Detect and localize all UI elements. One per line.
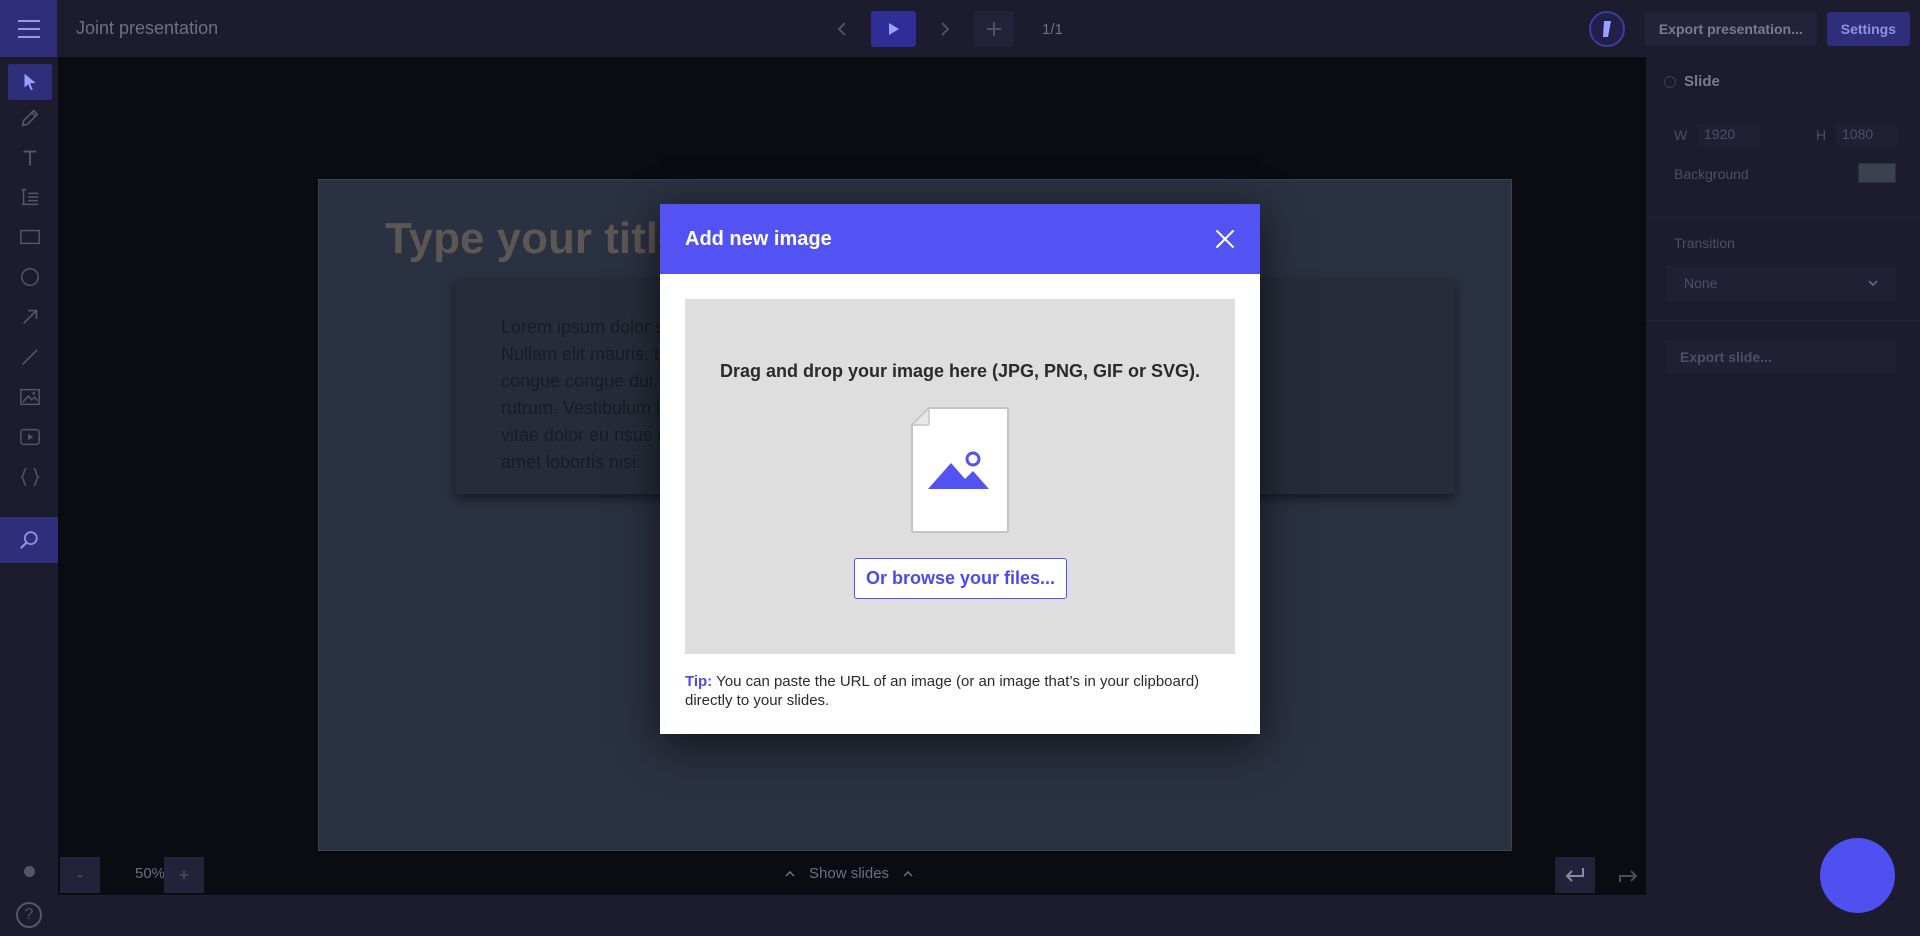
add-image-dialog: Add new image Drag and drop your image h… (660, 204, 1260, 734)
tip-label: Tip: (685, 673, 713, 690)
drop-instructions: Drag and drop your image here (JPG, PNG,… (719, 361, 1201, 381)
tip-text: Tip: You can paste the URL of an image (… (685, 672, 1235, 710)
browse-files-button[interactable]: Or browse your files... (854, 558, 1067, 599)
dialog-title: Add new image (685, 227, 832, 250)
tip-body: You can paste the URL of an image (or an… (685, 673, 1200, 709)
close-icon[interactable] (1214, 228, 1236, 250)
image-file-icon (911, 407, 1009, 533)
image-drop-zone[interactable]: Drag and drop your image here (JPG, PNG,… (685, 299, 1235, 654)
dialog-header: Add new image (660, 204, 1260, 274)
